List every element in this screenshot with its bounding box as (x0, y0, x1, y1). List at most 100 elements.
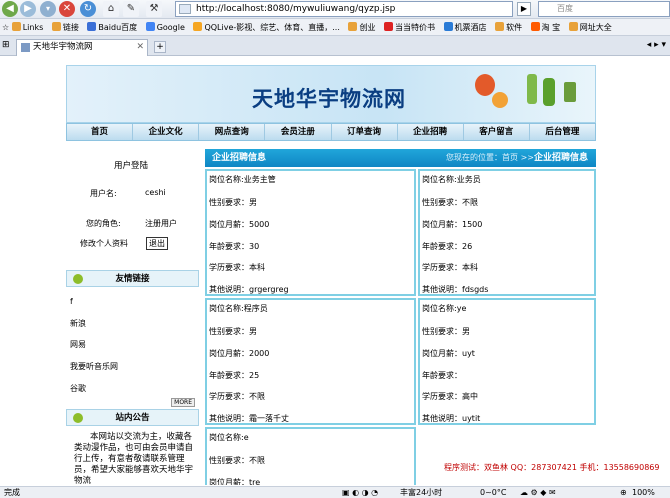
bookmark-item[interactable]: QQLive-影视、综艺、体育、直播，... (193, 22, 340, 32)
job-field-salary: 岗位月薪：uyt (422, 348, 475, 359)
search-placeholder: 百度 (557, 4, 573, 13)
dangdang-icon (384, 22, 393, 31)
tab-list-icon[interactable]: ⊞ (2, 40, 10, 50)
job-card: 岗位名称:e 性别要求：不限 岗位月薪：tre (205, 427, 416, 485)
job-field-gender: 性别要求：男 (422, 326, 470, 337)
cup-icon (564, 82, 576, 102)
job-field-value: 不限 (249, 456, 265, 465)
refresh-icon[interactable]: ↻ (80, 1, 96, 17)
nav-branch-query[interactable]: 网点查询 (199, 124, 266, 140)
links-list: f 新浪 网易 我要听音乐网 谷歌 MORE (66, 287, 199, 407)
google-icon (145, 22, 155, 31)
job-field-education: 学历要求：本科 (422, 262, 478, 273)
new-tab-button[interactable]: + (154, 41, 166, 53)
bookmark-item[interactable]: 创业 (348, 22, 375, 32)
bottle-icon (527, 74, 537, 104)
job-field-value: 2000 (249, 349, 270, 358)
job-field-value: 26 (462, 242, 473, 251)
footer-credits: 程序测试：双鱼林 QQ：287307421 手机：13558690869 (444, 463, 660, 472)
tab-bar: ⊞ 天地华宇物流网 ✕ + ◂ ▸ ▾ (0, 36, 670, 56)
forward-icon[interactable]: ▶ (20, 1, 36, 17)
links-title: 友情链接 (115, 274, 150, 284)
link-item[interactable]: 新浪 (70, 318, 86, 329)
home-icon[interactable]: ⌂ (103, 1, 119, 17)
job-field-age: 年龄要求： (422, 370, 462, 381)
sidebar: 用户登陆 用户名: ceshi 您的角色: 注册用户 修改个人资料 退出 友情链… (66, 144, 199, 485)
back-icon[interactable]: ◀ (2, 1, 18, 17)
bookmark-item[interactable]: Google (145, 22, 185, 32)
job-field-position: 岗位名称:e (209, 432, 249, 443)
job-field-age: 年龄要求：25 (209, 370, 259, 381)
url-text: http://localhost:8080/mywuliuwang/qyzp.j… (196, 4, 396, 14)
nav-admin[interactable]: 后台管理 (530, 124, 595, 140)
section-header: 企业招聘信息 您现在的位置：首页 >>企业招聘信息 (205, 149, 596, 167)
bookmark-item[interactable]: 当当特价书 (384, 22, 435, 32)
logout-button[interactable]: 退出 (146, 237, 168, 250)
bookmark-item[interactable]: 网址大全 (568, 22, 612, 32)
link-item[interactable]: 谷歌 (70, 383, 86, 394)
job-field-value: 不限 (249, 392, 265, 401)
site-title: 天地华宇物流网 (252, 86, 406, 111)
bookmark-item[interactable]: 机票酒店 (443, 22, 487, 32)
folder-icon (51, 22, 61, 31)
job-field-salary: 岗位月薪：2000 (209, 348, 269, 359)
link-item[interactable]: 网易 (70, 339, 86, 350)
stop-icon[interactable]: ✕ (59, 1, 75, 17)
bookmark-item[interactable]: 链接 (51, 22, 79, 32)
bookmark-star-icon[interactable]: ☆ (2, 23, 9, 32)
site-banner: 天地华宇物流网 (66, 65, 596, 123)
go-icon[interactable]: ▶ (517, 2, 531, 16)
job-card: 岗位名称:业务员 性别要求：不限 岗位月薪：1500 年龄要求：26 学历要求：本科 其他… (418, 169, 596, 296)
bookmark-item[interactable]: Baidu百度 (87, 22, 137, 32)
browser-tab[interactable]: 天地华宇物流网 ✕ (16, 39, 148, 56)
page-favicon (21, 43, 30, 52)
orange-icon (492, 92, 508, 108)
search-input[interactable]: 百度 (538, 1, 670, 17)
zoom-icon[interactable]: ⊕ (620, 487, 627, 498)
nav-recruitment[interactable]: 企业招聘 (398, 124, 464, 140)
nav-culture[interactable]: 企业文化 (133, 124, 200, 140)
username-label: 用户名: (90, 189, 117, 198)
taobao-icon (530, 22, 540, 31)
job-card: 岗位名称:业务主管 性别要求：男 岗位月薪：5000 年龄要求：30 学历要求：本科 其他… (205, 169, 416, 296)
job-field-value: 程序员 (243, 304, 268, 313)
job-field-label: 岗位月薪： (422, 349, 462, 358)
link-item[interactable]: 我要听音乐网 (70, 361, 118, 372)
bookmark-item[interactable]: Links (11, 22, 43, 32)
job-field-label: 其他说明： (422, 414, 462, 423)
job-field-value: 男 (462, 327, 470, 336)
close-tab-icon[interactable]: ✕ (136, 40, 144, 55)
job-field-gender: 性别要求：男 (209, 197, 257, 208)
nav-order-query[interactable]: 订单查询 (332, 124, 398, 140)
link-icon (73, 274, 83, 284)
job-field-other: 其他说明：fdsgds (422, 284, 488, 295)
role-value: 注册用户 (145, 219, 177, 228)
bookmark-item[interactable]: 淘 宝 (530, 22, 560, 32)
address-bar[interactable]: http://localhost:8080/mywuliuwang/qyzp.j… (175, 1, 513, 17)
job-field-value: 1500 (462, 220, 483, 229)
nav-guestbook[interactable]: 客户留言 (464, 124, 530, 140)
section-title: 企业招聘信息 (212, 153, 267, 163)
job-field-label: 学历要求： (209, 263, 249, 272)
edit-profile-link[interactable]: 修改个人资料 (80, 238, 128, 249)
crumb-prefix[interactable]: 您现在的位置：首页 (446, 153, 518, 162)
dropdown-icon[interactable]: ▾ (40, 1, 56, 17)
job-field-salary: 岗位月薪：1500 (422, 219, 482, 230)
nav-home[interactable]: 首页 (67, 124, 134, 140)
link-item[interactable]: f (70, 297, 73, 306)
zoom-level[interactable]: 100% (632, 487, 655, 498)
tab-scroll-icon[interactable]: ◂ ▸ ▾ (647, 40, 666, 50)
job-field-label: 年龄要求： (209, 371, 249, 380)
nav-register[interactable]: 会员注册 (265, 124, 332, 140)
wrench-icon[interactable]: ✎ (123, 1, 139, 17)
runner-icon (543, 78, 555, 106)
more-button[interactable]: MORE (171, 398, 195, 407)
job-field-label: 性别要求： (209, 327, 249, 336)
login-box: 用户登陆 用户名: ceshi 您的角色: 注册用户 修改个人资料 退出 (66, 144, 199, 270)
bookmark-item[interactable]: 软件 (495, 22, 522, 32)
weather-text[interactable]: 丰富24小时 (400, 487, 442, 498)
tools-icon[interactable]: ⚒ (146, 1, 162, 17)
job-field-value: 不限 (462, 198, 478, 207)
job-field-value: 25 (249, 371, 260, 380)
job-field-other: 其他说明：grgergreg (209, 284, 289, 295)
